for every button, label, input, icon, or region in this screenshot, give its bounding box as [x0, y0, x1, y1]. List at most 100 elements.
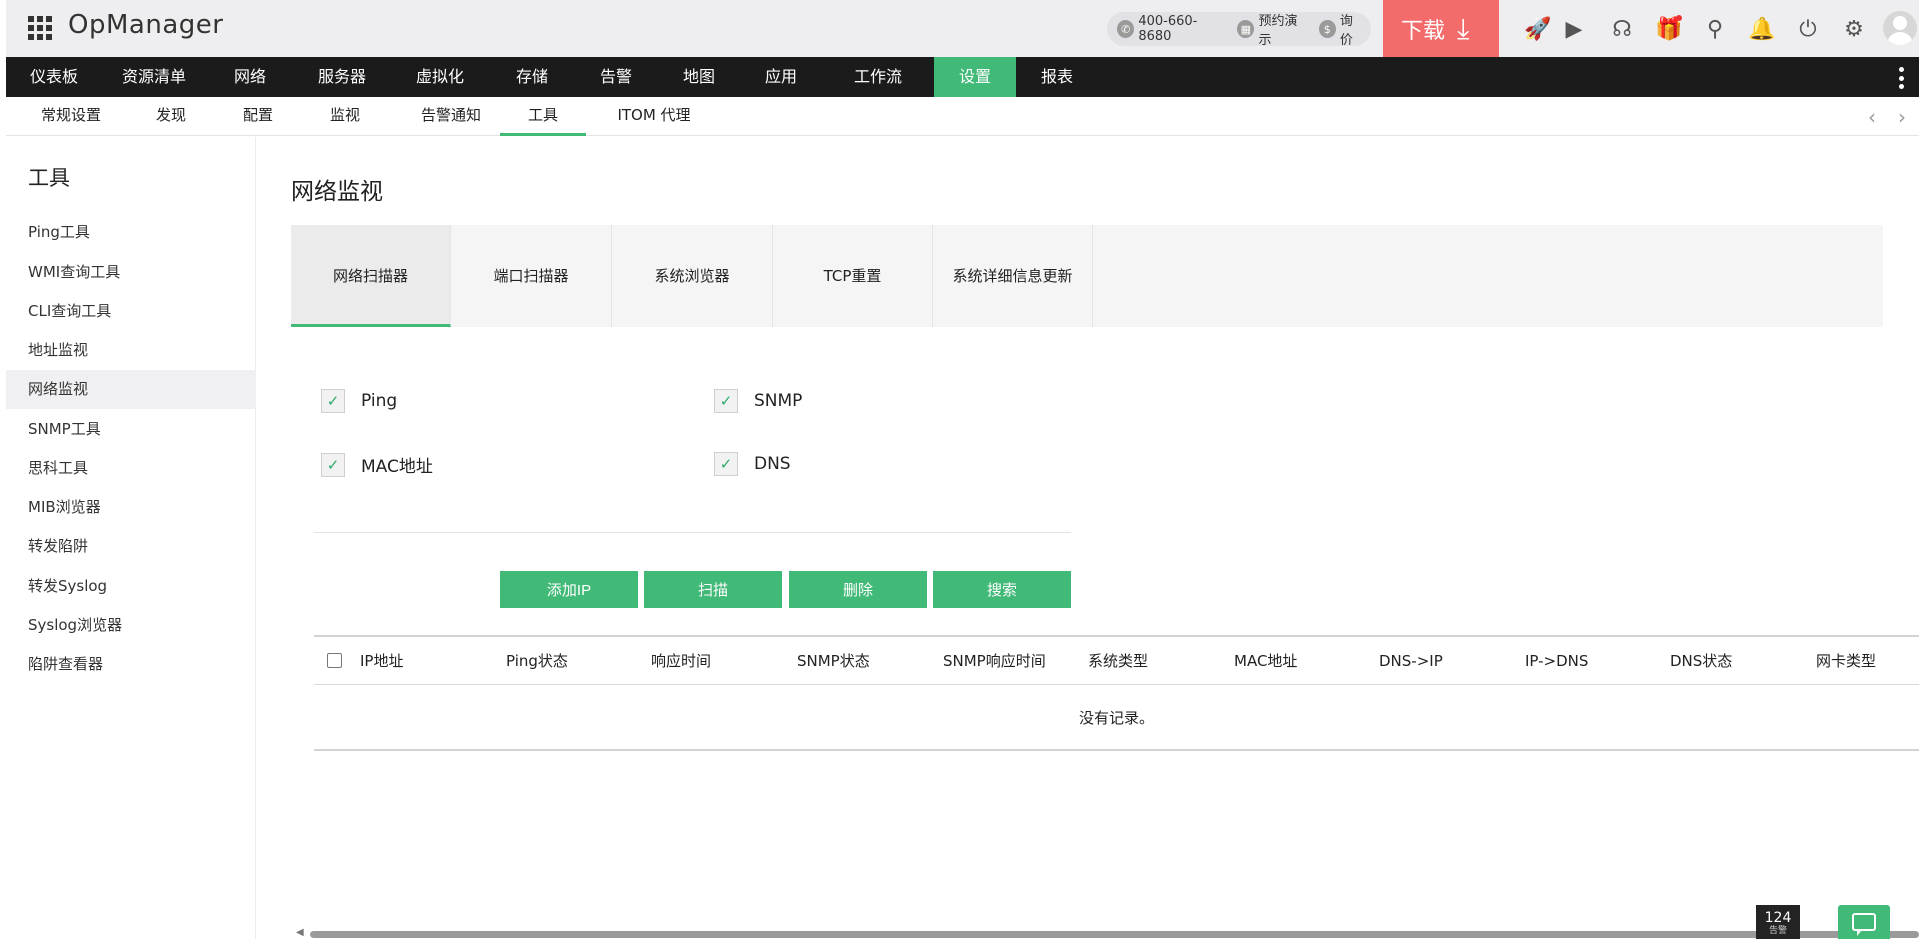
snmp-checkbox[interactable]: ✓ SNMP	[714, 389, 802, 413]
rocket-icon[interactable]: 🚀	[1523, 14, 1553, 44]
download-button[interactable]: 下载 ⤓	[1383, 0, 1499, 57]
subnav-general-settings[interactable]: 常规设置	[26, 97, 116, 136]
column-ip-to-dns[interactable]: IP->DNS	[1525, 637, 1588, 685]
headset-icon[interactable]: ☊	[1607, 14, 1637, 44]
subnav-monitoring[interactable]: 监视	[313, 97, 377, 136]
sidebar-item-mib-browser[interactable]: MIB浏览器	[6, 488, 256, 527]
scroll-left-arrow-icon[interactable]: ◀	[296, 927, 304, 938]
sidebar-item-cisco-tool[interactable]: 思科工具	[6, 449, 256, 488]
column-dns-to-ip[interactable]: DNS->IP	[1379, 637, 1443, 685]
sidebar-item-wmi-query[interactable]: WMI查询工具	[6, 253, 256, 292]
page-title: 网络监视	[291, 179, 383, 205]
chat-icon	[1852, 913, 1876, 936]
subnav-tools[interactable]: 工具	[500, 97, 586, 136]
column-nic-type[interactable]: 网卡类型	[1816, 637, 1876, 685]
search-icon[interactable]: ⚲	[1700, 14, 1730, 44]
sidebar-item-ping-tool[interactable]: Ping工具	[6, 213, 256, 252]
nav-maps[interactable]: 地图	[658, 57, 740, 97]
user-avatar[interactable]	[1883, 11, 1917, 45]
column-mac-address[interactable]: MAC地址	[1234, 637, 1297, 685]
column-snmp-response-time[interactable]: SNMP响应时间	[943, 637, 1046, 685]
top-header: OpManager ✆ 400-660-8680 ▦ 预约演示 $ 询价 下载 …	[6, 0, 1919, 57]
gift-icon[interactable]: 🎁	[1654, 14, 1684, 44]
scan-button[interactable]: 扫描	[644, 571, 782, 608]
alarm-counter[interactable]: 124 告警	[1756, 905, 1800, 939]
sidebar-item-syslog-forwarder[interactable]: 转发Syslog	[6, 567, 256, 606]
mac-address-checkbox[interactable]: ✓ MAC地址	[321, 452, 433, 477]
scroll-left-icon[interactable]: ‹	[1868, 105, 1876, 129]
bell-icon[interactable]: 🔔	[1747, 14, 1777, 44]
sidebar-item-trap-forwarder[interactable]: 转发陷阱	[6, 527, 256, 566]
nav-alarms[interactable]: 告警	[574, 57, 658, 97]
column-ip-address[interactable]: IP地址	[360, 637, 403, 685]
search-button[interactable]: 搜索	[933, 571, 1071, 608]
sidebar-item-address-monitor[interactable]: 地址监视	[6, 331, 256, 370]
sidebar: 工具 Ping工具 WMI查询工具 CLI查询工具 地址监视 网络监视 SNMP…	[6, 137, 256, 939]
subnav-discovery[interactable]: 发现	[139, 97, 203, 136]
phone-icon: ✆	[1117, 20, 1135, 38]
check-icon: ✓	[321, 389, 345, 413]
chat-button[interactable]	[1838, 905, 1890, 939]
subnav-notifications[interactable]: 告警通知	[401, 97, 501, 136]
plug-icon[interactable]: ⏻	[1793, 14, 1823, 44]
check-icon: ✓	[714, 452, 738, 476]
nav-virtualization[interactable]: 虚拟化	[390, 57, 490, 97]
tab-tcp-reset[interactable]: TCP重置	[773, 225, 933, 327]
nav-workflow[interactable]: 工作流	[822, 57, 934, 97]
nav-storage[interactable]: 存储	[490, 57, 574, 97]
dns-checkbox-label: DNS	[754, 454, 791, 474]
alarm-count: 124	[1764, 910, 1792, 926]
column-ping-status[interactable]: Ping状态	[506, 637, 568, 685]
subnav-configuration[interactable]: 配置	[226, 97, 290, 136]
results-table-header: IP地址 Ping状态 响应时间 SNMP状态 SNMP响应时间 系统类型 MA…	[314, 635, 1919, 685]
nav-settings[interactable]: 设置	[934, 57, 1016, 97]
main-nav: 仪表板 资源清单 网络 服务器 虚拟化 存储 告警 地图 应用 工作流 设置 报…	[6, 57, 1919, 97]
sidebar-item-network-monitor[interactable]: 网络监视	[6, 370, 256, 409]
column-dns-status[interactable]: DNS状态	[1670, 637, 1732, 685]
nav-reports[interactable]: 报表	[1016, 57, 1098, 97]
nav-apps[interactable]: 应用	[740, 57, 822, 97]
gear-icon[interactable]: ⚙	[1839, 14, 1869, 44]
empty-table-message: 没有记录。	[314, 686, 1919, 751]
dns-checkbox[interactable]: ✓ DNS	[714, 452, 791, 476]
add-ip-button[interactable]: 添加IP	[500, 571, 638, 608]
download-label: 下载	[1401, 18, 1446, 44]
snmp-checkbox-label: SNMP	[754, 391, 803, 411]
tab-system-details-update[interactable]: 系统详细信息更新	[933, 225, 1093, 327]
sidebar-item-cli-query[interactable]: CLI查询工具	[6, 292, 256, 331]
sidebar-item-snmp-tool[interactable]: SNMP工具	[6, 410, 256, 449]
ping-checkbox[interactable]: ✓ Ping	[321, 389, 397, 413]
phone-number[interactable]: 400-660-8680	[1138, 14, 1227, 44]
price-link[interactable]: 询价	[1340, 10, 1365, 48]
scrollbar-thumb[interactable]	[310, 931, 1919, 938]
demo-link[interactable]: 预约演示	[1258, 10, 1308, 48]
sidebar-item-trap-viewer[interactable]: 陷阱查看器	[6, 645, 256, 684]
sidebar-title: 工具	[28, 166, 70, 190]
dollar-icon: $	[1318, 20, 1336, 38]
check-icon: ✓	[321, 452, 345, 477]
column-response-time[interactable]: 响应时间	[651, 637, 711, 685]
nav-inventory[interactable]: 资源清单	[102, 57, 206, 97]
subnav-itom-agent[interactable]: ITOM 代理	[606, 97, 702, 136]
nav-servers[interactable]: 服务器	[294, 57, 390, 97]
column-system-type[interactable]: 系统类型	[1088, 637, 1148, 685]
mac-address-checkbox-label: MAC地址	[361, 457, 433, 477]
tab-network-scanner[interactable]: 网络扫描器	[291, 225, 451, 327]
nav-network[interactable]: 网络	[206, 57, 294, 97]
tool-tabs: 网络扫描器 端口扫描器 系统浏览器 TCP重置 系统详细信息更新	[291, 225, 1883, 327]
tab-system-explorer[interactable]: 系统浏览器	[612, 225, 773, 327]
delete-button[interactable]: 删除	[789, 571, 927, 608]
select-all-checkbox[interactable]	[327, 653, 342, 668]
app-logo[interactable]: OpManager	[68, 10, 223, 40]
more-menu-icon[interactable]	[1899, 67, 1905, 89]
tab-port-scanner[interactable]: 端口扫描器	[451, 225, 612, 327]
section-divider	[314, 532, 1071, 533]
horizontal-scrollbar[interactable]: ◀	[296, 927, 1919, 939]
apps-grid-icon[interactable]	[28, 16, 52, 40]
scroll-right-icon[interactable]: ›	[1898, 105, 1906, 129]
presentation-icon[interactable]: ▶	[1559, 14, 1589, 44]
column-snmp-status[interactable]: SNMP状态	[797, 637, 870, 685]
nav-dashboard[interactable]: 仪表板	[6, 57, 102, 97]
sidebar-item-syslog-viewer[interactable]: Syslog浏览器	[6, 606, 256, 645]
sub-nav: 常规设置 发现 配置 监视 告警通知 工具 ITOM 代理 ‹ ›	[6, 97, 1919, 136]
